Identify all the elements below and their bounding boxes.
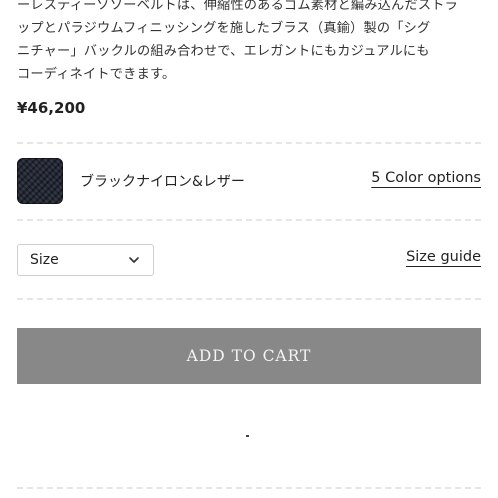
- add-to-cart-label: ADD TO CART: [186, 347, 312, 365]
- chevron-down-icon: [129, 257, 139, 263]
- divider: [17, 298, 481, 300]
- divider: [17, 487, 481, 489]
- size-select[interactable]: Size: [17, 244, 154, 276]
- color-swatch[interactable]: [17, 158, 63, 204]
- divider: [17, 219, 481, 221]
- description-line: ップとパラジウムフィニッシングを施したブラス（真鍮）製の「シグ: [17, 21, 431, 36]
- variant-name: ブラックナイロン&レザー: [80, 174, 245, 190]
- description-line: ーレスティーゾソーベルトは、伸縮性のあるゴム素材と編み込んだストラ: [17, 0, 458, 13]
- description-line: コーディネイトできます。: [17, 67, 176, 82]
- product-price: ¥46,200: [17, 99, 86, 117]
- description-line: ニチャー」バックルの組み合わせで、エレガントにもカジュアルにも: [17, 44, 430, 59]
- divider: [17, 142, 481, 144]
- size-guide-link[interactable]: Size guide: [406, 249, 481, 265]
- loading-indicator: [246, 435, 249, 437]
- size-select-label: Size: [30, 252, 59, 268]
- color-options-link[interactable]: 5 Color options: [371, 170, 481, 186]
- product-description: ーレスティーゾソーベルトは、伸縮性のあるゴム素材と編み込んだストラ ップとパラジ…: [17, 0, 483, 86]
- add-to-cart-button[interactable]: ADD TO CART: [17, 328, 481, 384]
